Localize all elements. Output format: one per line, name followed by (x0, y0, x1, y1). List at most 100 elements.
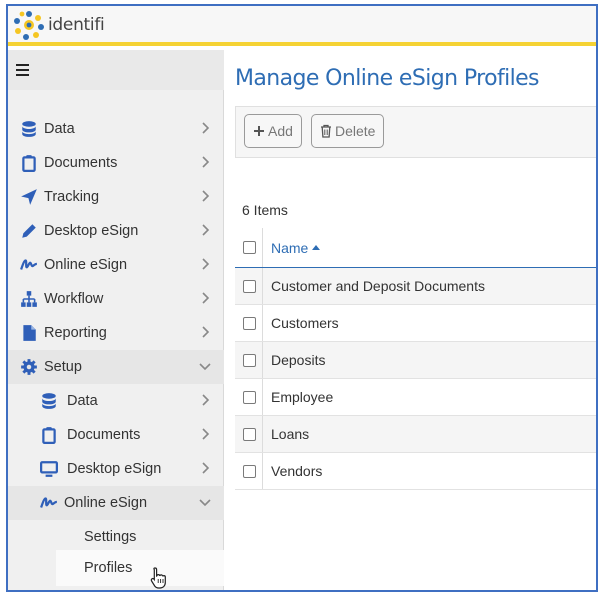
select-all-checkbox[interactable] (243, 241, 256, 254)
sidebar-subitem-settings[interactable]: Settings (8, 520, 224, 554)
sidebar-subitem-label: Data (67, 393, 98, 409)
top-bar: identifi (8, 6, 596, 46)
clipboard-icon (22, 155, 36, 172)
delete-button-label: Delete (335, 123, 376, 139)
chevron-right-icon (202, 462, 210, 474)
row-name-cell: Vendors (271, 463, 323, 479)
sidebar-item-online-esign[interactable]: Online eSign (8, 248, 224, 282)
sidebar-item-label: Tracking (44, 189, 100, 205)
chevron-down-icon (199, 499, 211, 507)
table-row[interactable]: Vendors (235, 453, 596, 490)
sidebar-subitem-label: Profiles (84, 560, 133, 576)
sidebar-item-workflow[interactable]: Workflow (8, 282, 224, 316)
chevron-right-icon (202, 190, 210, 202)
table-row[interactable]: Deposits (235, 342, 596, 379)
sidebar-item-label: Desktop eSign (44, 223, 139, 239)
sidebar-subitem-documents[interactable]: Documents (8, 418, 224, 452)
sidebar-item-label: Documents (44, 155, 118, 171)
profiles-table: Name Customer and Deposit Documents Cust… (235, 228, 596, 490)
hamburger-icon[interactable] (16, 63, 30, 77)
database-icon (22, 121, 36, 137)
monitor-icon (40, 461, 58, 477)
add-button[interactable]: Add (244, 114, 302, 148)
column-divider (262, 416, 263, 452)
chevron-right-icon (202, 258, 210, 270)
sidebar-subitem-label: Documents (67, 427, 141, 443)
app-window: identifi Data Documents Tracking Desktop… (6, 4, 598, 592)
logo-text: identifi (48, 15, 105, 35)
column-divider (262, 453, 263, 489)
row-checkbox[interactable] (243, 427, 256, 441)
sidebar-subitem-data[interactable]: Data (8, 384, 224, 418)
column-divider (262, 268, 263, 304)
table-header-row: Name (235, 228, 596, 268)
sidebar-subitem-label: Online eSign (64, 495, 148, 511)
sidebar-item-label: Online eSign (44, 257, 128, 273)
sort-ascending-icon (312, 244, 321, 250)
row-checkbox[interactable] (243, 279, 256, 293)
sidebar-item-setup[interactable]: Setup (8, 350, 224, 384)
sidebar-item-desktop-esign[interactable]: Desktop eSign (8, 214, 224, 248)
sidebar-subitem-label: Desktop eSign (67, 461, 162, 477)
column-divider (262, 342, 263, 378)
chevron-right-icon (202, 224, 210, 236)
chevron-down-icon (199, 363, 211, 371)
database-icon (42, 393, 56, 409)
sidebar-subitem-label: Settings (84, 529, 137, 545)
signature-icon (40, 497, 58, 508)
sidebar-subitem-online-esign[interactable]: Online eSign (8, 486, 224, 520)
hand-cursor-icon (150, 567, 166, 589)
row-name-cell: Employee (271, 389, 334, 405)
row-checkbox[interactable] (243, 390, 256, 404)
sidebar-item-tracking[interactable]: Tracking (8, 180, 224, 214)
chevron-right-icon (202, 292, 210, 304)
chevron-right-icon (202, 122, 210, 134)
table-row[interactable]: Loans (235, 416, 596, 453)
column-header-name[interactable]: Name (271, 239, 321, 256)
sidebar-item-data[interactable]: Data (8, 112, 224, 146)
sidebar-item-label: Reporting (44, 325, 107, 341)
sidebar-item-label: Setup (44, 359, 82, 375)
toolbar: Add Delete (235, 106, 596, 158)
sidebar: Data Documents Tracking Desktop eSign On… (8, 50, 224, 590)
signature-icon (20, 259, 38, 270)
clipboard-icon (42, 427, 56, 444)
plus-icon (254, 126, 264, 136)
sidebar-item-documents[interactable]: Documents (8, 146, 224, 180)
pencil-icon (22, 224, 36, 238)
chevron-right-icon (202, 428, 210, 440)
sidebar-item-label: Workflow (44, 291, 104, 307)
column-divider (262, 228, 263, 267)
location-arrow-icon (21, 189, 37, 205)
row-name-cell: Customers (271, 315, 339, 331)
row-checkbox[interactable] (243, 464, 256, 478)
page-title: Manage Online eSign Profiles (235, 66, 540, 91)
chevron-right-icon (202, 156, 210, 168)
delete-button[interactable]: Delete (311, 114, 385, 148)
sidebar-toggle-row (8, 50, 224, 90)
main-content: Manage Online eSign Profiles Add Delete … (225, 50, 596, 590)
column-divider (262, 379, 263, 415)
identifi-logo-icon[interactable] (12, 8, 46, 42)
table-row[interactable]: Employee (235, 379, 596, 416)
trash-icon (321, 124, 331, 138)
row-name-cell: Loans (271, 426, 310, 442)
table-row[interactable]: Customers (235, 305, 596, 342)
row-name-cell: Customer and Deposit Documents (271, 278, 485, 294)
table-row[interactable]: Customer and Deposit Documents (235, 268, 596, 305)
sidebar-item-label: Data (44, 121, 75, 137)
column-divider (262, 305, 263, 341)
items-count: 6 Items (242, 202, 288, 218)
sidebar-subitem-profiles[interactable]: Profiles (56, 550, 224, 586)
row-checkbox[interactable] (243, 353, 256, 367)
row-checkbox[interactable] (243, 316, 256, 330)
sidebar-subitem-desktop-esign[interactable]: Desktop eSign (8, 452, 224, 486)
column-header-label: Name (271, 239, 309, 256)
gear-icon (21, 359, 37, 375)
sitemap-icon (21, 291, 37, 307)
sidebar-item-reporting[interactable]: Reporting (8, 316, 224, 350)
row-name-cell: Deposits (271, 352, 326, 368)
add-button-label: Add (268, 123, 293, 139)
file-icon (23, 325, 36, 341)
chevron-right-icon (202, 326, 210, 338)
